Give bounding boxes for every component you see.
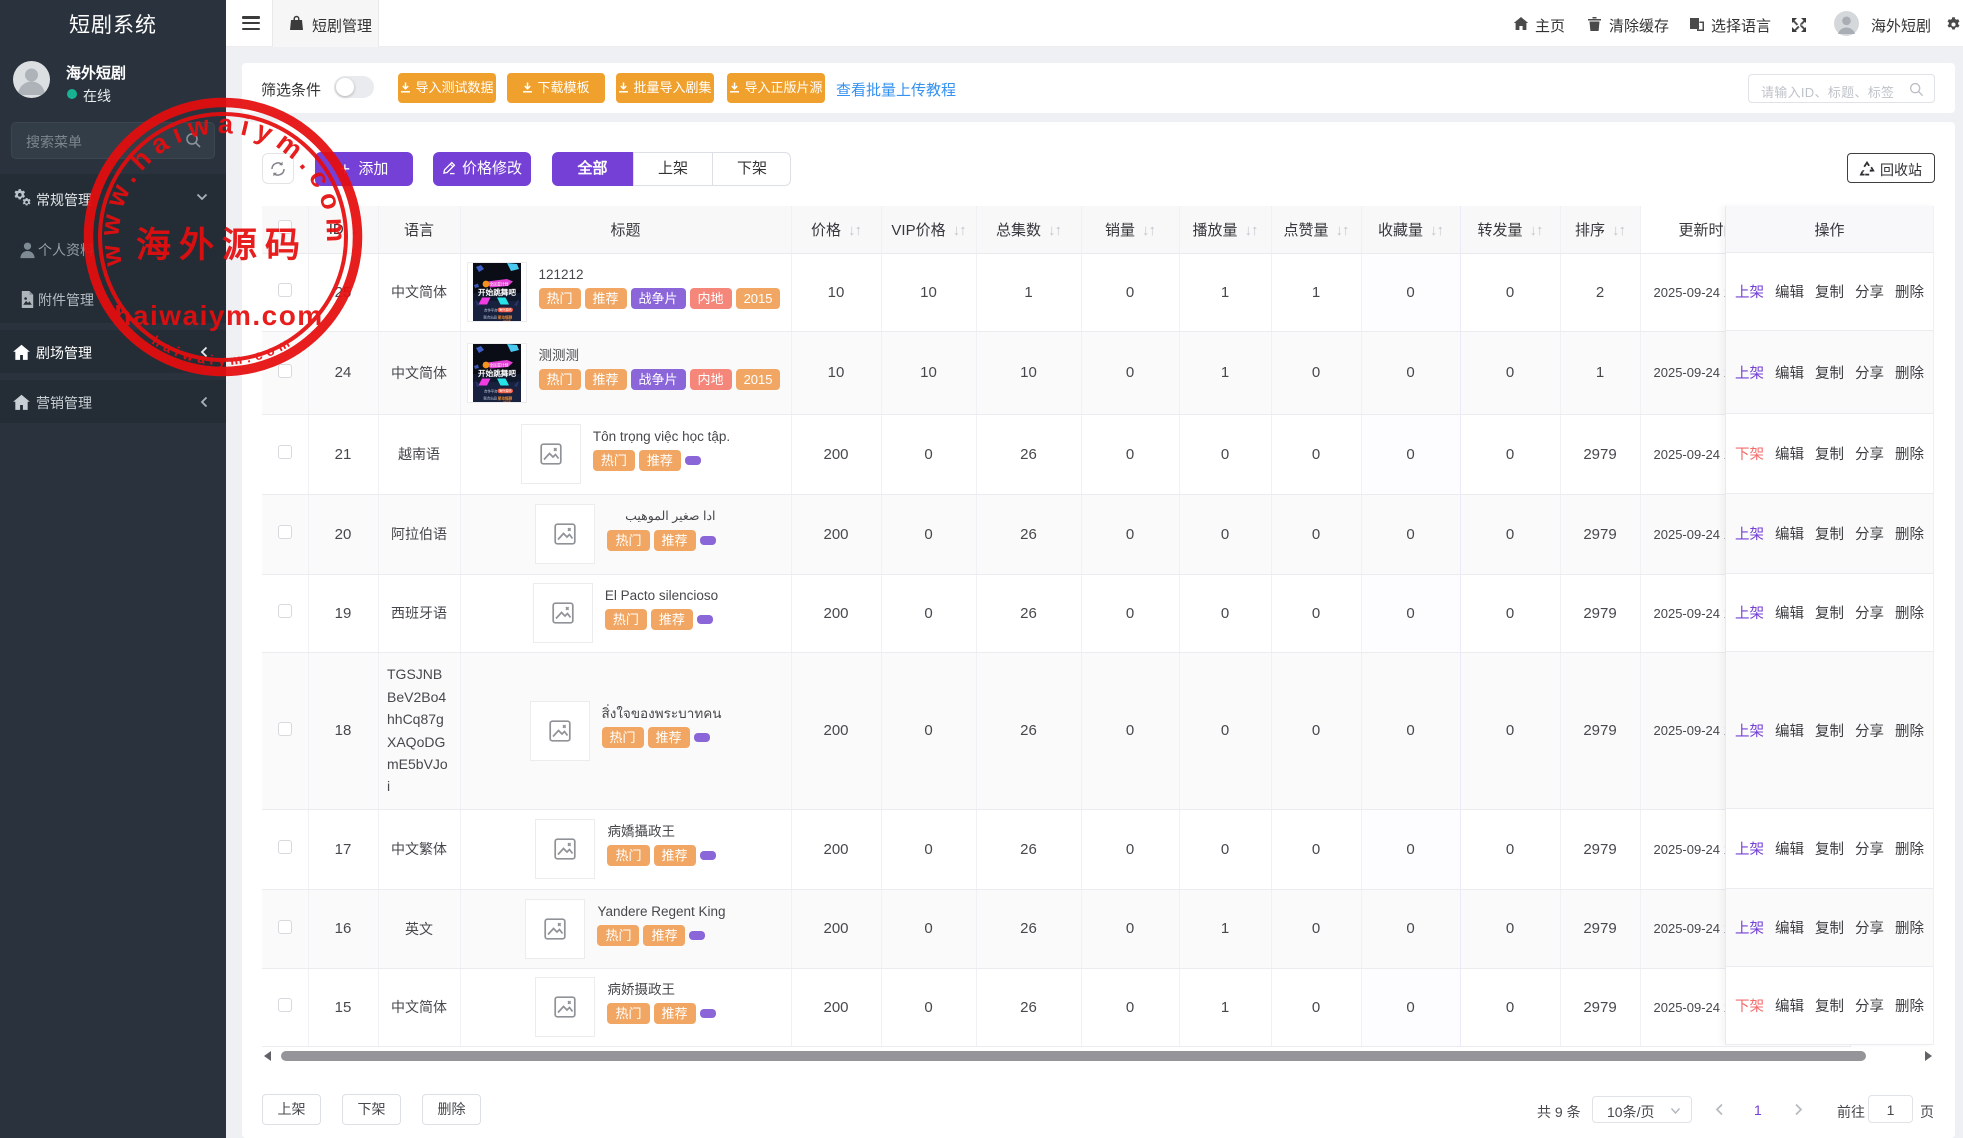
svg-text:haiwaiym.com: haiwaiym.com — [114, 300, 323, 331]
svg-text:开始跳舞吧: 开始跳舞吧 — [478, 287, 516, 297]
svg-text:海外源码: 海外源码 — [136, 226, 308, 265]
svg-text:合作平台: 合作平台 — [484, 388, 498, 393]
svg-text:开始跳舞吧: 开始跳舞吧 — [478, 368, 516, 378]
svg-text:星动短剧: 星动短剧 — [497, 395, 512, 400]
svg-text:星动短剧: 星动短剧 — [497, 315, 512, 320]
svg-text:海外源码: 海外源码 — [498, 307, 511, 312]
svg-text:海外源码: 海外源码 — [498, 388, 511, 393]
svg-text:全民星计划: 全民星计划 — [489, 362, 508, 367]
svg-text:HAIWAI: HAIWAI — [503, 400, 511, 402]
svg-text:HAIWAI: HAIWAI — [503, 319, 511, 321]
svg-text:全民星计划: 全民星计划 — [489, 282, 508, 287]
svg-text:合作平台: 合作平台 — [484, 308, 498, 313]
svg-text:联合出品: 联合出品 — [483, 315, 497, 320]
svg-text:联合出品: 联合出品 — [483, 395, 497, 400]
